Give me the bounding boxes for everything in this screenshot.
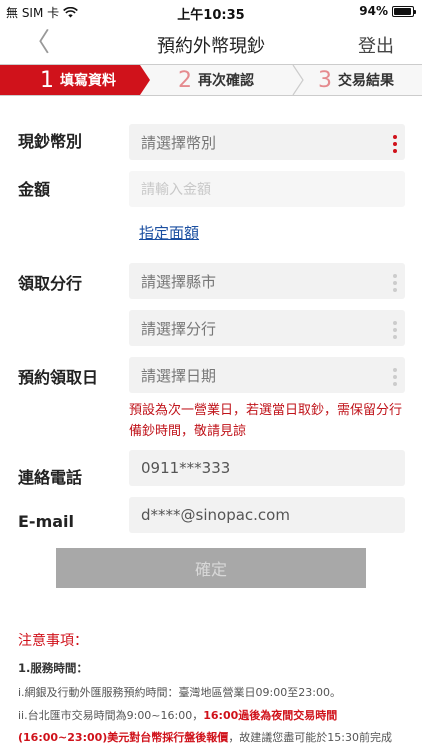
notes-line-3-b: ，故建議您盡可能於15:30前完成 <box>228 731 393 744</box>
phone-label: 連絡電話 <box>18 468 83 487</box>
phone-value: 0911***333 <box>141 459 231 477</box>
pickup-date-select[interactable]: 請選擇日期 <box>129 357 405 393</box>
currency-select-text: 請選擇幣別 <box>141 133 217 152</box>
step-1: 1 填寫資料 <box>0 65 150 95</box>
notes-line-3: (16:00~23:00)美元對台幣採行盤後報價，故建議您盡可能於15:30前完… <box>18 729 392 745</box>
branch-label: 領取分行 <box>18 274 83 293</box>
step-3-number: 3 <box>318 67 332 93</box>
notes-line-2-a: ii.台北匯市交易時間為9:00~16:00， <box>18 709 204 722</box>
notes-line-3-a: (16:00~23:00)美元對台幣採行盤後報價 <box>18 731 229 744</box>
step-separator-chevron-icon <box>292 65 304 95</box>
battery-icon <box>392 5 416 17</box>
step-1-number: 1 <box>40 67 54 93</box>
amount-input[interactable]: 請輸入金額 <box>129 171 405 207</box>
battery-fill <box>394 7 411 15</box>
email-value: d****@sinopac.com <box>141 506 290 524</box>
email-input[interactable]: d****@sinopac.com <box>129 497 405 533</box>
step-2: 2 再次確認 <box>178 65 254 95</box>
currency-select[interactable]: 請選擇幣別 <box>129 124 405 160</box>
step-3-label: 交易結果 <box>338 73 394 89</box>
pickup-date-label: 預約領取日 <box>18 368 99 387</box>
notes-line-1: i.網銀及行動外匯服務預約時間：臺灣地區營業日09:00至23:00。 <box>18 686 341 699</box>
notes-line-2: ii.台北匯市交易時間為9:00~16:00，16:00過後為夜間交易時間 <box>18 707 337 723</box>
step-indicator: 1 填寫資料 2 再次確認 3 交易結果 <box>0 64 422 96</box>
navigation-bar: 〈 預約外幣現鈔 登出 <box>0 24 422 64</box>
step-2-number: 2 <box>178 67 192 93</box>
amount-label: 金額 <box>18 180 51 199</box>
amount-placeholder: 請輸入金額 <box>141 182 211 198</box>
county-select-text: 請選擇縣市 <box>141 272 217 291</box>
more-vertical-icon <box>393 368 397 386</box>
step-2-label: 再次確認 <box>198 73 254 89</box>
status-bar: 無 SIM 卡 上午10:35 94% <box>0 0 422 24</box>
status-right: 94% <box>359 4 416 18</box>
county-select[interactable]: 請選擇縣市 <box>129 263 405 299</box>
currency-label: 現鈔幣別 <box>18 132 83 151</box>
pickup-date-warning: 預設為次一營業日，若選當日取鈔，需保留分行備鈔時間，敬請見諒 <box>129 403 403 439</box>
confirm-button[interactable]: 確定 <box>56 548 366 588</box>
notes-title: 注意事項： <box>18 633 88 649</box>
more-vertical-icon <box>393 274 397 292</box>
denomination-link[interactable]: 指定面額 <box>139 222 199 243</box>
more-vertical-icon <box>393 135 397 153</box>
logout-button[interactable]: 登出 <box>358 32 394 58</box>
step-3: 3 交易結果 <box>318 65 394 95</box>
email-label: E-mail <box>18 512 75 531</box>
battery-percent: 94% <box>359 4 388 18</box>
branch-select[interactable]: 請選擇分行 <box>129 310 405 346</box>
more-vertical-icon <box>393 321 397 339</box>
branch-select-text: 請選擇分行 <box>141 319 217 338</box>
phone-input[interactable]: 0911***333 <box>129 450 405 486</box>
pickup-date-text: 請選擇日期 <box>141 366 217 385</box>
notes-heading: 1.服務時間： <box>18 661 88 675</box>
step-1-label: 填寫資料 <box>60 73 116 89</box>
notes-line-2-b: 16:00過後為夜間交易時間 <box>203 709 338 722</box>
